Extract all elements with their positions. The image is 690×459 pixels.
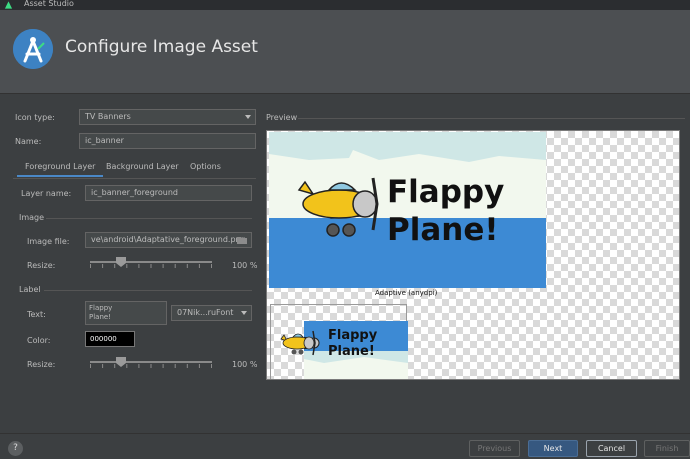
android-studio-logo — [13, 29, 53, 69]
label-section-title: Label — [19, 285, 41, 294]
legacy-text-line-1: Flappy — [328, 328, 378, 343]
color-value: 000000 — [90, 335, 117, 343]
image-file-input[interactable]: ve\android\Adaptative_foreground.png — [85, 232, 252, 248]
text-line-2: Plane! — [89, 313, 112, 321]
image-resize-value: 100 % — [232, 261, 258, 270]
image-section-divider — [46, 218, 252, 219]
image-file-value: ve\android\Adaptative_foreground.png — [91, 235, 246, 244]
preview-section-title: Preview — [266, 113, 298, 122]
tab-options[interactable]: Options — [182, 157, 229, 177]
icon-type-select[interactable]: TV Banners — [79, 109, 256, 125]
window-title: Asset Studio — [24, 0, 74, 8]
legacy-banner-preview: Flappy Plane! — [304, 321, 408, 379]
color-swatch[interactable]: 000000 — [85, 331, 135, 347]
window-titlebar: Asset Studio — [0, 0, 690, 10]
label-resize-label: Resize: — [27, 360, 56, 369]
adaptive-caption: Adaptive (anydpi) — [375, 289, 438, 297]
dialog-header: Configure Image Asset — [0, 10, 690, 94]
text-line-1: Flappy — [89, 304, 113, 312]
name-input[interactable]: ic_banner — [79, 133, 256, 149]
tab-foreground-layer[interactable]: Foreground Layer — [17, 157, 104, 177]
page-title: Configure Image Asset — [65, 37, 258, 57]
legacy-preview-frame: Flappy Plane! — [270, 304, 408, 379]
help-button[interactable]: ? — [8, 441, 23, 456]
finish-button[interactable]: Finish — [644, 440, 690, 457]
legacy-airplane-illustration — [280, 330, 316, 356]
preview-section-divider — [298, 118, 685, 119]
banner-text-line-1: Flappy — [387, 174, 504, 210]
compass-icon — [13, 29, 53, 69]
image-resize-ticks — [90, 264, 212, 268]
image-file-label: Image file: — [27, 237, 70, 246]
text-label: Text: — [27, 310, 46, 319]
chevron-down-icon — [241, 311, 247, 315]
footer-divider — [0, 433, 690, 434]
image-section-title: Image — [19, 213, 45, 222]
folder-icon[interactable] — [237, 236, 247, 244]
previous-button[interactable]: Previous — [469, 440, 520, 457]
layer-name-label: Layer name: — [21, 189, 72, 198]
android-studio-icon — [4, 1, 13, 9]
label-resize-track — [90, 361, 212, 363]
label-section-divider — [44, 290, 252, 291]
preview-panel: Flappy Plane! Adaptive (anydpi) Flappy P… — [266, 130, 680, 380]
layer-tabs: Foreground Layer Background Layer Option… — [13, 157, 253, 177]
tabs-divider — [13, 178, 256, 179]
adaptive-banner-preview: Flappy Plane! — [269, 132, 546, 288]
font-select[interactable]: 07Nik...ruFont — [171, 305, 252, 321]
label-resize-ticks — [90, 364, 212, 368]
name-label: Name: — [15, 137, 42, 146]
icon-type-value: TV Banners — [85, 112, 131, 121]
layer-name-input[interactable]: ic_banner_foreground — [85, 185, 252, 201]
label-resize-value: 100 % — [232, 360, 258, 369]
tab-background-layer[interactable]: Background Layer — [98, 157, 187, 177]
color-label: Color: — [27, 336, 51, 345]
font-value: 07Nik...ruFont — [177, 308, 234, 317]
chevron-down-icon — [245, 115, 251, 119]
text-input[interactable]: Flappy Plane! — [85, 301, 167, 325]
image-resize-track — [90, 261, 212, 263]
next-button[interactable]: Next — [528, 440, 578, 457]
image-resize-label: Resize: — [27, 261, 56, 270]
cancel-button[interactable]: Cancel — [586, 440, 637, 457]
legacy-text-line-2: Plane! — [328, 344, 375, 359]
icon-type-label: Icon type: — [15, 113, 55, 122]
banner-text-line-2: Plane! — [387, 212, 499, 248]
